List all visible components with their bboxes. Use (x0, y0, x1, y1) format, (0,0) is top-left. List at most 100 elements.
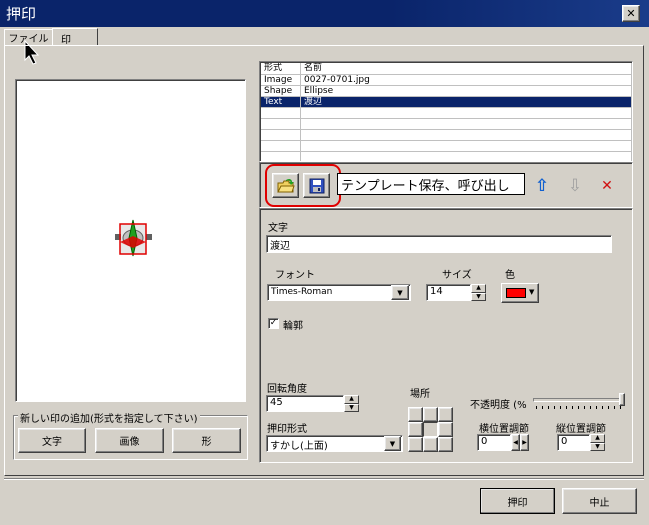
location-top-center[interactable] (423, 407, 438, 422)
arrow-up-icon: ⇧ (534, 176, 550, 196)
v-adjust-stepper[interactable]: ▲ ▼ (590, 434, 605, 451)
spin-up-icon[interactable]: ▲ (471, 284, 486, 293)
font-select-value: Times-Roman (271, 287, 333, 297)
table-row[interactable]: Shape (261, 86, 301, 97)
h-adjust-input[interactable]: 0 (477, 434, 511, 451)
location-middle-right[interactable] (438, 422, 453, 437)
text-label: 文字 (268, 223, 288, 234)
template-tooltip-text: テンプレート保存、呼び出し (341, 178, 510, 194)
checkmark-icon: ✓ (269, 318, 278, 328)
spin-up-icon[interactable]: ▲ (344, 395, 359, 404)
text-input[interactable]: 渡辺 (266, 235, 612, 253)
h-adjust-left-button[interactable]: ◀ (511, 434, 520, 451)
location-bottom-center[interactable] (423, 437, 438, 452)
template-tooltip: テンプレート保存、呼び出し (337, 173, 525, 195)
location-bottom-right[interactable] (438, 437, 453, 452)
font-select[interactable]: Times-Roman (267, 284, 411, 301)
location-top-left[interactable] (408, 407, 423, 422)
table-header-name[interactable]: 名前 (301, 63, 632, 75)
table-empty-row (301, 130, 632, 141)
delete-item-button[interactable]: ✕ (597, 175, 617, 197)
stamp-mode-select[interactable]: すかし(上面) (266, 435, 403, 452)
close-button[interactable]: ✕ (622, 5, 640, 22)
table-row-selected[interactable]: 渡辺 (301, 97, 632, 108)
table-empty-row (261, 108, 301, 119)
v-adjust-label: 縦位置調節 (556, 424, 606, 435)
tab-stamp[interactable]: 印 (52, 28, 98, 46)
table-row[interactable]: Ellipse (301, 86, 632, 97)
location-top-right[interactable] (438, 407, 453, 422)
table-row-selected[interactable]: Text (261, 97, 301, 108)
window-title: 押印 (6, 5, 37, 23)
rotation-stepper[interactable]: ▲ ▼ (344, 395, 359, 412)
opacity-slider-ticks (536, 406, 622, 409)
stamp-mode-label: 押印形式 (267, 424, 307, 435)
table-header-type[interactable]: 形式 (261, 63, 301, 75)
font-label: フォント (275, 270, 315, 281)
opacity-slider-track[interactable] (533, 398, 623, 402)
table-empty-row (301, 119, 632, 130)
chevron-left-icon: ◀ (513, 439, 518, 446)
spin-up-icon[interactable]: ▲ (590, 434, 605, 443)
v-adjust-input[interactable]: 0 (557, 434, 590, 451)
table-empty-row (301, 141, 632, 152)
size-input[interactable]: 14 (426, 284, 471, 301)
location-bottom-left[interactable] (408, 437, 423, 452)
outline-label: 輪郭 (283, 321, 303, 332)
location-label: 場所 (410, 389, 430, 400)
rotation-input[interactable]: 45 (266, 395, 344, 412)
opacity-slider-thumb[interactable] (619, 393, 625, 406)
chevron-right-icon: ▶ (522, 439, 527, 446)
preview-canvas[interactable] (15, 79, 246, 402)
add-stamp-group-label: 新しい印の追加(形式を指定して下さい) (18, 410, 200, 425)
spin-down-icon[interactable]: ▼ (344, 403, 359, 412)
h-adjust-right-button[interactable]: ▶ (520, 434, 529, 451)
h-adjust-label: 横位置調節 (479, 424, 529, 435)
stamp-mode-dropdown-button[interactable]: ▼ (384, 436, 401, 451)
table-empty-row (301, 152, 632, 161)
location-grid[interactable] (408, 407, 453, 452)
save-disk-icon (309, 178, 324, 193)
table-empty-row (301, 108, 632, 119)
chevron-down-icon: ▼ (389, 439, 396, 448)
stamp-ok-button[interactable]: 押印 (480, 488, 555, 514)
save-template-button[interactable] (303, 173, 330, 198)
stamp-mode-value: すかし(上面) (270, 441, 328, 452)
title-bar: 押印 ✕ (0, 0, 649, 27)
table-row[interactable]: Image (261, 75, 301, 86)
color-label: 色 (505, 270, 515, 281)
table-empty-row (261, 119, 301, 130)
color-swatch (506, 288, 526, 298)
spin-down-icon[interactable]: ▼ (471, 292, 486, 301)
add-shape-button[interactable]: 形 (172, 428, 241, 453)
stamp-preview-icon (115, 219, 152, 257)
add-image-button[interactable]: 画像 (95, 428, 164, 453)
move-down-button[interactable]: ⇩ (565, 175, 585, 197)
cancel-button[interactable]: 中止 (562, 488, 637, 514)
arrow-down-icon: ⇩ (567, 176, 583, 196)
table-empty-row (261, 141, 301, 152)
open-template-button[interactable] (272, 173, 299, 198)
spin-down-icon[interactable]: ▼ (590, 442, 605, 451)
add-text-button[interactable]: 文字 (18, 428, 86, 453)
size-stepper[interactable]: ▲ ▼ (471, 284, 486, 301)
font-dropdown-button[interactable]: ▼ (391, 285, 409, 300)
move-up-button[interactable]: ⇧ (532, 175, 552, 197)
open-folder-icon (276, 178, 295, 192)
location-middle-left[interactable] (408, 422, 423, 437)
tab-stamp-label: 印 (61, 35, 71, 46)
opacity-label: 不透明度 (% (470, 400, 527, 411)
table-empty-row (261, 152, 301, 161)
table-row[interactable]: 0027-0701.jpg (301, 75, 632, 86)
location-middle-center-selected[interactable] (423, 422, 438, 437)
size-label: サイズ (442, 270, 472, 281)
chevron-down-icon: ▼ (397, 288, 403, 297)
stamp-item-table: 形式 名前 Image 0027-0701.jpg Shape Ellipse … (259, 61, 633, 162)
rotation-label: 回転角度 (267, 384, 307, 395)
close-icon: ✕ (626, 7, 636, 20)
outline-checkbox[interactable]: ✓ (268, 318, 279, 329)
color-picker[interactable]: ▼ (501, 283, 539, 303)
delete-x-icon: ✕ (601, 178, 613, 194)
footer-divider (4, 478, 644, 480)
table-empty-row (261, 130, 301, 141)
